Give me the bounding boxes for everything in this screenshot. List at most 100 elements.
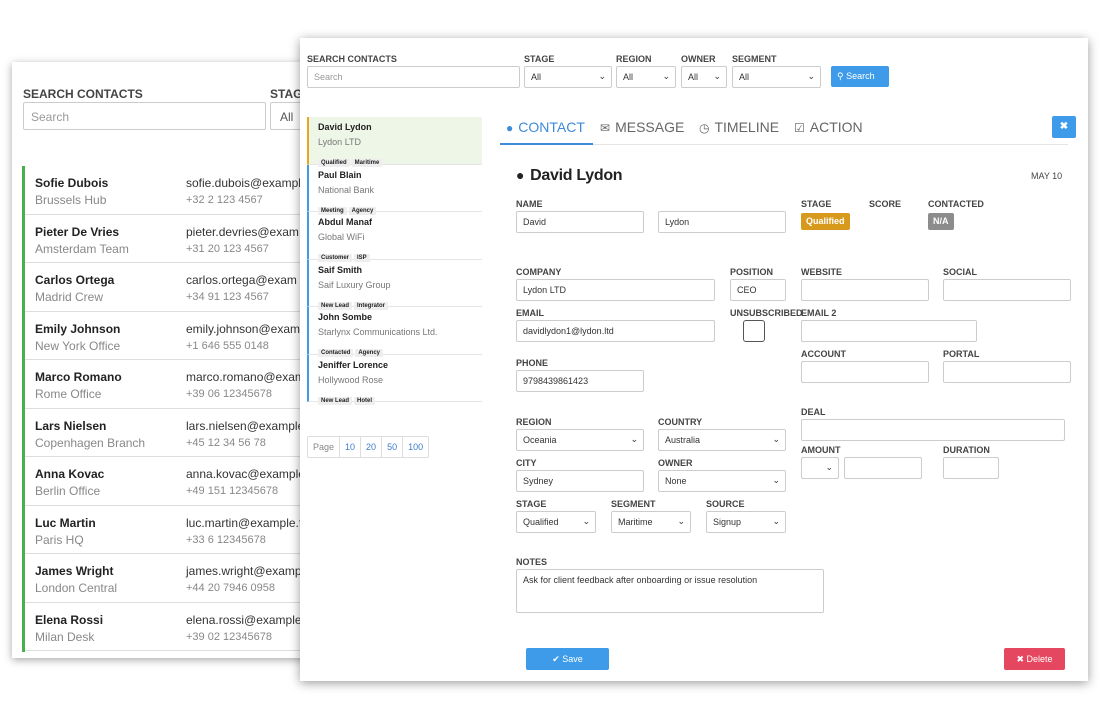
name-label: NAME <box>516 199 543 209</box>
check-icon: ✔ <box>552 654 560 664</box>
city-field[interactable]: Sydney <box>516 470 644 492</box>
region-label: REGION <box>516 417 552 427</box>
owner-filter-select[interactable]: All ⌄ <box>681 66 727 88</box>
contact-org: Madrid Crew <box>35 290 104 304</box>
tab-action[interactable]: ☑ ACTION <box>794 119 863 135</box>
owner-select[interactable]: None ⌄ <box>658 470 786 492</box>
contact-phone: +49 151 12345678 <box>186 485 279 497</box>
notes-textarea[interactable]: Ask for client feedback after onboarding… <box>516 569 824 613</box>
source-select[interactable]: Signup ⌄ <box>706 511 786 533</box>
search-input[interactable]: Search <box>307 66 520 88</box>
region-select[interactable]: Oceania ⌄ <box>516 429 644 451</box>
page-size-100[interactable]: 100 <box>403 437 428 457</box>
contact-list-item[interactable]: Abdul Manaf Global WiFi Customer ISP <box>307 212 482 262</box>
country-select[interactable]: Australia ⌄ <box>658 429 786 451</box>
source-label: SOURCE <box>706 499 745 509</box>
chevron-down-icon: ⌄ <box>598 71 606 81</box>
owner-filter-value: All <box>688 72 699 82</box>
contact-org: New York Office <box>35 338 121 353</box>
check-square-icon: ☑ <box>794 121 805 135</box>
contact-name: Abdul Manaf <box>318 217 372 227</box>
chevron-down-icon: ⌄ <box>825 462 833 472</box>
contact-org: Copenhagen Branch <box>35 435 146 450</box>
page-size-20[interactable]: 20 <box>361 437 383 457</box>
list-item[interactable]: Emily Johnson New York Office emily.johnso… <box>25 312 312 360</box>
company-field[interactable]: Lydon LTD <box>516 279 715 301</box>
contact-phone: +1 646 555 0148 <box>186 339 269 352</box>
pagination: Page 10 20 50 100 <box>307 436 430 458</box>
contact-email: pieter.devries@exam <box>186 224 299 239</box>
stage-filter-select[interactable]: All ⌄ <box>524 66 612 88</box>
unsubscribed-checkbox[interactable] <box>743 320 765 342</box>
segment-value: Maritime <box>618 517 653 527</box>
region-filter-select[interactable]: All ⌄ <box>616 66 676 88</box>
duration-field[interactable] <box>943 457 999 479</box>
duration-label: DURATION <box>943 445 990 455</box>
contact-email: luc.martin@example.f <box>186 515 303 530</box>
list-item[interactable]: Pieter De Vries Amsterdam Team pieter.devr… <box>25 215 312 263</box>
owner-label: OWNER <box>658 458 693 468</box>
email2-field[interactable] <box>801 320 977 342</box>
list-item[interactable]: Anna Kovac Berlin Office anna.kovac@exampl… <box>25 457 312 506</box>
list-item[interactable]: Lars Nielsen Copenhagen Branch lars.nielse… <box>25 409 312 457</box>
contact-org: Brussels Hub <box>35 193 107 207</box>
segment-filter-select[interactable]: All ⌄ <box>732 66 821 88</box>
search-input[interactable]: Search <box>23 102 266 130</box>
list-item[interactable]: Sofie Dubois Brussels Hub sofie.dubois@exa… <box>25 166 312 215</box>
contact-name: James Wright <box>35 564 114 578</box>
deal-field[interactable] <box>801 419 1065 441</box>
phone-field[interactable]: 9798439861423 <box>516 370 644 392</box>
search-contacts-label: SEARCH CONTACTS <box>307 54 397 64</box>
contact-name: Anna Kovac <box>35 467 105 481</box>
delete-button-label: Delete <box>1026 654 1053 664</box>
close-button[interactable]: ✖ <box>1052 116 1076 138</box>
list-item[interactable]: James Wright London Central james.wright@e… <box>25 554 312 603</box>
tab-message[interactable]: ✉ MESSAGE <box>600 119 684 135</box>
website-field[interactable] <box>801 279 929 301</box>
portal-field[interactable] <box>943 361 1071 383</box>
list-item[interactable]: Luc Martin Paris HQ luc.martin@example.f +3… <box>25 506 312 554</box>
email-field[interactable]: davidlydon1@lydon.ltd <box>516 320 715 342</box>
list-item[interactable]: Elena Rossi Milan Desk elena.rossi@example… <box>25 603 312 651</box>
position-field[interactable]: CEO <box>730 279 786 301</box>
page-size-50[interactable]: 50 <box>382 437 404 457</box>
contact-list-item[interactable]: David Lydon Lydon LTD Qualified Maritime <box>307 117 482 167</box>
list-item[interactable]: Carlos Ortega Madrid Crew carlos.ortega@ex… <box>25 263 312 312</box>
contact-org: Berlin Office <box>35 484 101 498</box>
list-item[interactable]: Marco Romano Rome Office marco.romano@exam… <box>25 360 312 409</box>
contact-email: carlos.ortega@exam <box>186 273 297 287</box>
save-button[interactable]: ✔ Save <box>526 648 609 670</box>
tab-contact[interactable]: ● CONTACT <box>506 119 585 135</box>
page-size-10[interactable]: 10 <box>340 437 362 457</box>
contact-phone: +39 06 12345678 <box>186 388 272 400</box>
contact-name: John Sombe <box>318 312 373 322</box>
account-field[interactable] <box>801 361 929 383</box>
tab-timeline[interactable]: ◷ TIMELINE <box>699 119 779 135</box>
tab-message-label: MESSAGE <box>615 119 685 135</box>
amount-field[interactable] <box>844 457 922 479</box>
social-field[interactable] <box>943 279 1071 301</box>
stage-filter-value: All <box>531 72 542 82</box>
segment-select[interactable]: Maritime ⌄ <box>611 511 691 533</box>
account-label: ACCOUNT <box>801 349 846 359</box>
first-name-field[interactable]: David <box>516 211 644 233</box>
delete-button[interactable]: ✖ Delete <box>1004 648 1065 670</box>
unsubscribed-label: UNSUBSCRIBED <box>730 308 803 318</box>
contact-list-item[interactable]: Saif Smith Saif Luxury Group New Lead Integ… <box>307 259 482 310</box>
contact-org: Milan Desk <box>35 629 95 644</box>
contact-list: Sofie Dubois Brussels Hub sofie.dubois@exa… <box>22 166 312 652</box>
contact-list-item[interactable]: John Sombe Starlynx Communications Ltd. Co… <box>307 307 482 357</box>
contact-name: Emily Johnson <box>35 321 121 336</box>
contact-tags: New Lead Hotel <box>318 389 377 407</box>
contact-date: MAY 10 <box>1031 171 1063 181</box>
last-name-field[interactable]: Lydon <box>658 211 786 233</box>
country-label: COUNTRY <box>658 417 703 427</box>
stage-select[interactable]: Qualified ⌄ <box>516 511 596 533</box>
currency-select[interactable]: ⌄ <box>801 457 839 479</box>
search-button[interactable]: ⚲ Search <box>831 66 889 87</box>
contacted-badge: N/A <box>928 213 954 230</box>
contact-list-item[interactable]: Paul Blain National Bank Meeting Agency <box>307 164 482 215</box>
contact-org: Rome Office <box>35 387 102 401</box>
contact-list-item[interactable]: Jeniffer Lorence Hollywood Rose New Lead Ho… <box>307 354 482 405</box>
search-button-label: Search <box>846 71 875 81</box>
